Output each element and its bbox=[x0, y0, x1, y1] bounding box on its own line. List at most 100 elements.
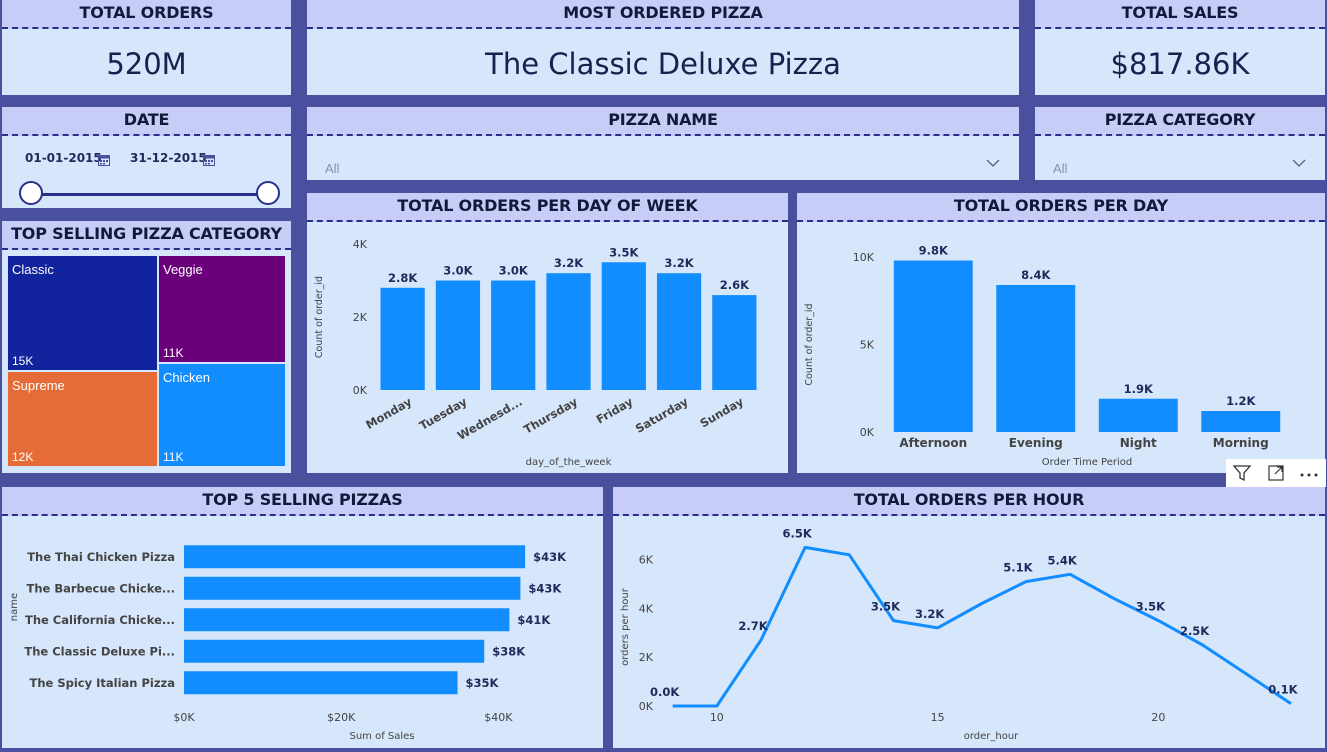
y-tick-label: 2K bbox=[353, 311, 368, 324]
x-axis-title: Order Time Period bbox=[1042, 457, 1132, 468]
date-range-start-handle[interactable] bbox=[19, 181, 43, 205]
tile-value: 11K bbox=[163, 450, 184, 464]
bar-wednesd-[interactable] bbox=[491, 280, 536, 391]
tile-value: 12K bbox=[12, 450, 34, 464]
card-value: $817.86K bbox=[1110, 46, 1250, 81]
tile-value: 15K bbox=[12, 354, 34, 368]
data-label: 3.5K bbox=[609, 245, 639, 259]
date-range-track[interactable] bbox=[33, 193, 270, 196]
bar-the-classic-deluxe-pi-[interactable] bbox=[184, 639, 485, 663]
data-label: $43K bbox=[533, 550, 567, 564]
bar-morning[interactable] bbox=[1201, 411, 1281, 432]
data-label: $35K bbox=[466, 676, 500, 690]
tile-value: 11K bbox=[163, 346, 184, 360]
x-tick-label: $20K bbox=[327, 711, 356, 724]
calendar-icon[interactable] bbox=[203, 151, 215, 170]
y-tick-label: The Classic Deluxe Pi... bbox=[24, 644, 175, 658]
tile-label: Supreme bbox=[12, 378, 65, 393]
most-ordered-pizza-card[interactable]: MOST ORDERED PIZZA The Classic Deluxe Pi… bbox=[307, 0, 1019, 95]
y-tick-label: 0K bbox=[353, 384, 368, 397]
treemap-tile-supreme[interactable]: Supreme 12K bbox=[8, 372, 157, 466]
treemap-tile-veggie[interactable]: Veggie 11K bbox=[159, 256, 285, 362]
pizza-category-dropdown[interactable]: All bbox=[1049, 155, 1311, 180]
data-label: 3.5K bbox=[1136, 600, 1166, 614]
data-label: 6.5K bbox=[782, 526, 812, 540]
data-label: 3.2K bbox=[915, 607, 945, 621]
x-tick-label: Friday bbox=[594, 394, 636, 426]
card-title: MOST ORDERED PIZZA bbox=[307, 0, 1019, 29]
bar-tuesday[interactable] bbox=[435, 280, 481, 391]
total-orders-card[interactable]: TOTAL ORDERS 520M bbox=[2, 0, 291, 95]
y-tick-label: The California Chicke... bbox=[25, 613, 175, 627]
data-label: $43K bbox=[528, 581, 562, 595]
filter-icon[interactable] bbox=[1232, 463, 1252, 487]
tile-label: Classic bbox=[12, 262, 54, 277]
dropdown-value: All bbox=[325, 161, 340, 176]
bar-sunday[interactable] bbox=[712, 295, 757, 390]
bar-the-california-chicke-[interactable] bbox=[184, 608, 510, 632]
pizza-category-slicer[interactable]: PIZZA CATEGORY All bbox=[1035, 107, 1325, 180]
y-tick-label: The Spicy Italian Pizza bbox=[30, 676, 176, 690]
more-options-icon[interactable] bbox=[1298, 463, 1320, 487]
calendar-icon[interactable] bbox=[98, 151, 110, 170]
card-title: TOTAL ORDERS bbox=[2, 0, 291, 29]
top-5-horizontal-bar-chart: The Thai Chicken Pizza $43K The Barbecue C… bbox=[9, 545, 567, 742]
y-tick-label: The Thai Chicken Pizza bbox=[27, 550, 175, 564]
bar-thursday[interactable] bbox=[546, 273, 591, 390]
data-label: 2.5K bbox=[1180, 624, 1210, 638]
bar-afternoon[interactable] bbox=[893, 260, 973, 433]
bar-monday[interactable] bbox=[380, 287, 425, 390]
date-slicer[interactable]: DATE 01-01-2015 31-12-2015 bbox=[2, 107, 291, 208]
x-tick-label: Afternoon bbox=[899, 436, 967, 450]
bar-night[interactable] bbox=[1098, 398, 1178, 432]
treemap-tile-classic[interactable]: Classic 15K bbox=[8, 256, 157, 370]
tile-label: Chicken bbox=[163, 370, 210, 385]
x-tick-label: $0K bbox=[173, 711, 195, 724]
data-label: 3.5K bbox=[871, 600, 901, 614]
top-selling-category-treemap[interactable]: TOP SELLING PIZZA CATEGORY Classic 15K V… bbox=[2, 221, 291, 473]
visual-title: TOP SELLING PIZZA CATEGORY bbox=[2, 221, 291, 250]
data-label: 2.7K bbox=[738, 619, 768, 633]
data-label: 3.0K bbox=[443, 264, 473, 278]
x-tick-label: $40K bbox=[484, 711, 513, 724]
dropdown-value: All bbox=[1053, 161, 1068, 176]
bar-the-barbecue-chicke-[interactable] bbox=[184, 576, 521, 600]
bar-saturday[interactable] bbox=[656, 273, 702, 390]
y-tick-label: 10K bbox=[853, 251, 875, 264]
date-end-input[interactable]: 31-12-2015 bbox=[130, 151, 207, 165]
data-label: 0.0K bbox=[650, 685, 680, 699]
data-label: 9.8K bbox=[919, 244, 949, 258]
pizza-name-slicer[interactable]: PIZZA NAME All bbox=[307, 107, 1019, 180]
orders-per-hour-chart[interactable]: TOTAL ORDERS PER HOUR 0K 2K 4K 6K 10 15 20 0.0K… bbox=[613, 487, 1325, 748]
bar-the-thai-chicken-pizza[interactable] bbox=[184, 545, 526, 569]
x-tick-label: Monday bbox=[363, 394, 414, 432]
treemap-tile-chicken[interactable]: Chicken 11K bbox=[159, 364, 285, 466]
chevron-down-icon[interactable] bbox=[1291, 157, 1307, 172]
orders-per-day-period-chart[interactable]: TOTAL ORDERS PER DAY 0K 5K 10K 9.8K Afternoo… bbox=[797, 193, 1325, 473]
y-tick-label: 0K bbox=[860, 426, 875, 439]
date-range-end-handle[interactable] bbox=[256, 181, 280, 205]
focus-mode-icon[interactable] bbox=[1266, 463, 1286, 487]
bar-evening[interactable] bbox=[996, 285, 1076, 432]
orders-per-hour-line-chart: 0K 2K 4K 6K 10 15 20 0.0K 2.7K 6.5K 3.5K 3.2K 5.1K 5.… bbox=[620, 526, 1299, 742]
date-start-input[interactable]: 01-01-2015 bbox=[25, 151, 102, 165]
data-label: 8.4K bbox=[1021, 268, 1051, 282]
x-tick-label: 10 bbox=[710, 711, 724, 724]
orders-per-day-of-week-chart[interactable]: TOTAL ORDERS PER DAY OF WEEK 0K 2K 4K 2.8K M… bbox=[307, 193, 788, 473]
top-5-pizzas-chart[interactable]: TOP 5 SELLING PIZZAS The Thai Chicken Pi… bbox=[2, 487, 603, 748]
x-axis-title: order_hour bbox=[964, 731, 1019, 742]
data-label: 1.2K bbox=[1226, 394, 1256, 408]
data-label: 5.1K bbox=[1003, 561, 1033, 575]
day-of-week-bar-chart: 0K2K4K2.8KMonday3.0KTuesday3.0KWednesd..… bbox=[314, 238, 757, 468]
x-axis-title: day_of_the_week bbox=[526, 457, 612, 468]
total-sales-card[interactable]: TOTAL SALES $817.86K bbox=[1035, 0, 1325, 95]
pizza-name-dropdown[interactable]: All bbox=[321, 155, 1005, 180]
chevron-down-icon[interactable] bbox=[985, 157, 1001, 172]
x-tick-label: 15 bbox=[931, 711, 945, 724]
bar-friday[interactable] bbox=[601, 262, 646, 390]
bar-the-spicy-italian-pizza[interactable] bbox=[184, 671, 458, 695]
visual-header-toolbar bbox=[1226, 459, 1326, 487]
x-tick-label: Morning bbox=[1213, 436, 1269, 450]
data-label: 2.8K bbox=[388, 271, 418, 285]
card-value: The Classic Deluxe Pizza bbox=[485, 46, 841, 81]
